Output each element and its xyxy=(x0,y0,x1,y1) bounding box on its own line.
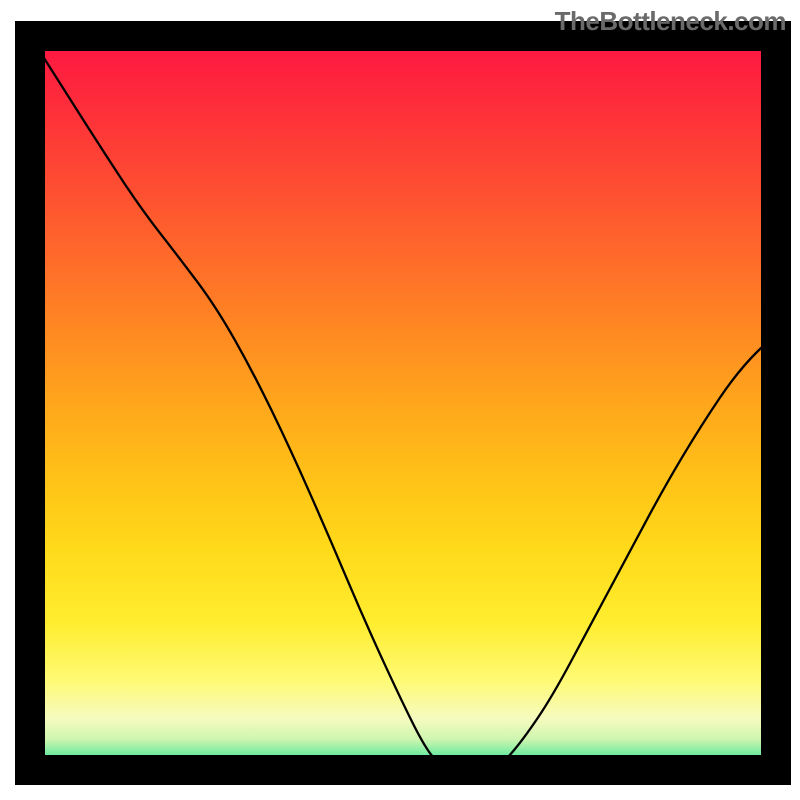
bottleneck-chart xyxy=(0,0,800,800)
gradient-background xyxy=(30,36,776,770)
chart-container: TheBottleneck.com xyxy=(0,0,800,800)
watermark: TheBottleneck.com xyxy=(555,6,786,37)
